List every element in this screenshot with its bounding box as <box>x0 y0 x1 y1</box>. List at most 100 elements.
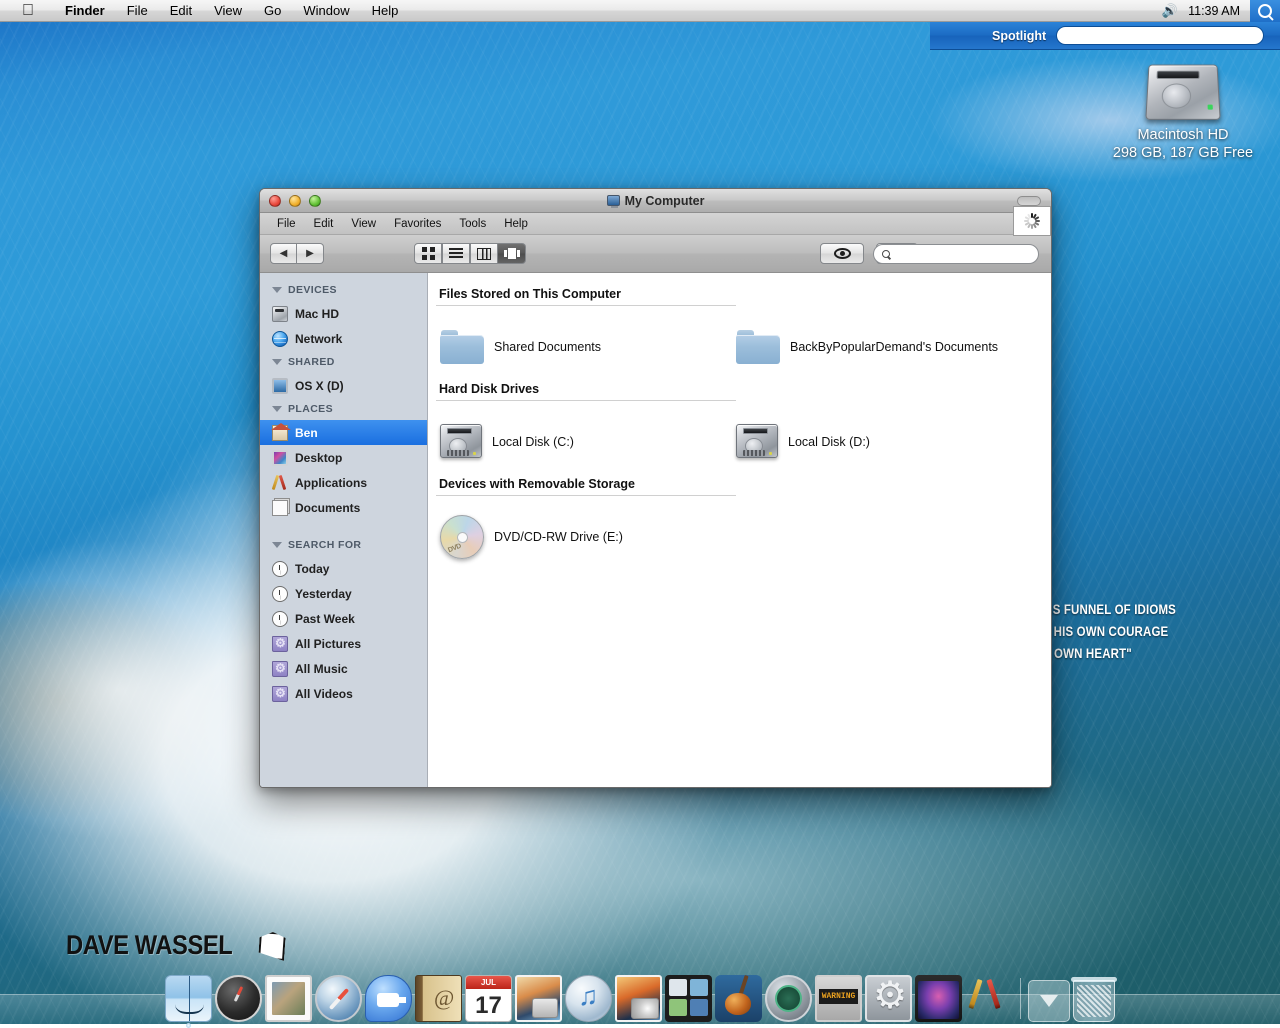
file-item-local-disk-c[interactable]: Local Disk (C:) <box>440 411 736 473</box>
spotlight-search-icon[interactable] <box>1250 0 1280 22</box>
sidebar-item-ben[interactable]: Ben <box>260 420 427 445</box>
dock-item-garageband[interactable] <box>715 975 762 1022</box>
menu-item-edit[interactable]: Edit <box>159 0 203 22</box>
list-view-button[interactable] <box>442 243 470 264</box>
chevron-down-icon[interactable] <box>272 406 282 412</box>
menu-item-window[interactable]: Window <box>292 0 360 22</box>
desktop-icon-macintosh-hd[interactable]: Macintosh HD 298 GB, 187 GB Free <box>1098 62 1268 162</box>
sidebar-item-label: Documents <box>295 501 360 515</box>
dock-item-front-row[interactable] <box>915 975 962 1022</box>
sidebar-item-mac-hd[interactable]: Mac HD <box>260 301 427 326</box>
sidebar-group-places[interactable]: PLACES <box>260 398 427 420</box>
window-menu-tools[interactable]: Tools <box>450 213 495 235</box>
dock-item-dashboard[interactable] <box>215 975 262 1022</box>
window-menu-help[interactable]: Help <box>495 213 537 235</box>
column-view-button[interactable] <box>470 243 498 264</box>
dock-item-iphoto[interactable] <box>515 975 562 1022</box>
window-body: DEVICES Mac HD Network SHARED OS X (D) P… <box>260 273 1051 787</box>
quick-look-button[interactable] <box>820 243 864 264</box>
speaker-icon[interactable]: 🔊 <box>1154 3 1186 19</box>
icon-view-button[interactable] <box>414 243 442 264</box>
chevron-down-icon[interactable] <box>272 542 282 548</box>
dock-item-mail[interactable] <box>265 975 312 1022</box>
chevron-down-icon[interactable] <box>272 359 282 365</box>
sidebar-item-all-music[interactable]: All Music <box>260 656 427 681</box>
clock-icon <box>272 561 288 577</box>
finder-window[interactable]: My Computer File Edit View Favorites Too… <box>259 188 1052 788</box>
file-item-label: Local Disk (D:) <box>788 435 870 449</box>
dock-item-safari[interactable] <box>315 975 362 1022</box>
sidebar-item-label: Mac HD <box>295 307 339 321</box>
dock-item-address-book[interactable] <box>415 975 462 1022</box>
menu-bar-status-area: 🔊 11:39 AM <box>1154 0 1280 22</box>
back-button[interactable]: ◀ <box>270 243 297 264</box>
window-menu-view[interactable]: View <box>342 213 385 235</box>
sidebar-group-shared[interactable]: SHARED <box>260 351 427 373</box>
folder-icon <box>440 330 484 364</box>
menu-item-file[interactable]: File <box>116 0 159 22</box>
zoom-button[interactable] <box>309 195 321 207</box>
dock-item-ical[interactable] <box>465 975 512 1022</box>
wallpaper-watermark: DAVE WASSEL <box>66 930 285 961</box>
dock-item-trash[interactable] <box>1073 980 1115 1022</box>
section-items: Shared Documents BackByPopularDemand's D… <box>428 316 1051 378</box>
menu-item-finder[interactable]: Finder <box>54 0 116 22</box>
file-item-dvd-cd-rw-drive-e[interactable]: DVD DVD/CD-RW Drive (E:) <box>440 506 736 568</box>
dock-item-xcode[interactable] <box>965 975 1012 1022</box>
close-button[interactable] <box>269 195 281 207</box>
window-menu-edit[interactable]: Edit <box>305 213 343 235</box>
section-items: Local Disk (C:) Local Disk (D:) <box>428 411 1051 473</box>
coverflow-view-button[interactable] <box>498 243 526 264</box>
sidebar[interactable]: DEVICES Mac HD Network SHARED OS X (D) P… <box>260 273 428 787</box>
window-titlebar[interactable]: My Computer <box>260 189 1051 213</box>
spotlight-input[interactable] <box>1056 26 1264 45</box>
sidebar-item-all-pictures[interactable]: All Pictures <box>260 631 427 656</box>
dock-item-time-machine[interactable] <box>765 975 812 1022</box>
sidebar-item-network[interactable]: Network <box>260 326 427 351</box>
section-divider <box>436 400 736 401</box>
file-item-shared-documents[interactable]: Shared Documents <box>440 316 736 378</box>
file-item-local-disk-d[interactable]: Local Disk (D:) <box>736 411 1032 473</box>
dock-item-ichat[interactable] <box>365 975 412 1022</box>
navigation-buttons: ◀ ▶ <box>270 243 324 264</box>
sidebar-group-devices[interactable]: DEVICES <box>260 279 427 301</box>
window-title-text: My Computer <box>625 194 705 208</box>
sidebar-group-search-for[interactable]: SEARCH FOR <box>260 534 427 556</box>
clock-icon <box>272 611 288 627</box>
sidebar-item-yesterday[interactable]: Yesterday <box>260 581 427 606</box>
file-listing-pane[interactable]: Files Stored on This Computer Shared Doc… <box>428 273 1051 787</box>
window-toolbar: ◀ ▶ <box>260 235 1051 273</box>
sidebar-item-applications[interactable]: Applications <box>260 470 427 495</box>
minimize-button[interactable] <box>289 195 301 207</box>
menu-item-go[interactable]: Go <box>253 0 292 22</box>
smart-folder-icon <box>272 661 288 677</box>
window-menu-file[interactable]: File <box>268 213 305 235</box>
menu-item-help[interactable]: Help <box>361 0 410 22</box>
file-item-backbypopulardemands-documents[interactable]: BackByPopularDemand's Documents <box>736 316 1032 378</box>
search-field[interactable] <box>873 244 1039 264</box>
window-menu-favorites[interactable]: Favorites <box>385 213 450 235</box>
file-item-label: DVD/CD-RW Drive (E:) <box>494 530 623 544</box>
dock-item-downloads-stack[interactable] <box>1028 980 1070 1022</box>
chevron-down-icon[interactable] <box>272 287 282 293</box>
dock-item-system-preferences[interactable] <box>865 975 912 1022</box>
sidebar-item-past-week[interactable]: Past Week <box>260 606 427 631</box>
sidebar-item-desktop[interactable]: Desktop <box>260 445 427 470</box>
apple-menu-icon[interactable]:  <box>22 3 34 19</box>
search-input[interactable] <box>895 248 1037 260</box>
sidebar-item-documents[interactable]: Documents <box>260 495 427 520</box>
menu-item-view[interactable]: View <box>203 0 253 22</box>
dock-item-itunes[interactable] <box>565 975 612 1022</box>
list-icon <box>449 248 463 259</box>
sidebar-item-all-videos[interactable]: All Videos <box>260 681 427 706</box>
forward-button[interactable]: ▶ <box>297 243 324 264</box>
dock-item-photo-booth[interactable] <box>615 975 662 1022</box>
dock-item-alarm-clock[interactable] <box>815 975 862 1022</box>
dock-item-spaces[interactable] <box>665 975 712 1022</box>
sidebar-item-os-x-d[interactable]: OS X (D) <box>260 373 427 398</box>
toolbar-toggle-button[interactable] <box>1017 196 1041 206</box>
home-icon <box>272 425 288 441</box>
dock-item-finder[interactable] <box>165 975 212 1022</box>
menu-bar-clock[interactable]: 11:39 AM <box>1186 4 1250 18</box>
sidebar-item-today[interactable]: Today <box>260 556 427 581</box>
